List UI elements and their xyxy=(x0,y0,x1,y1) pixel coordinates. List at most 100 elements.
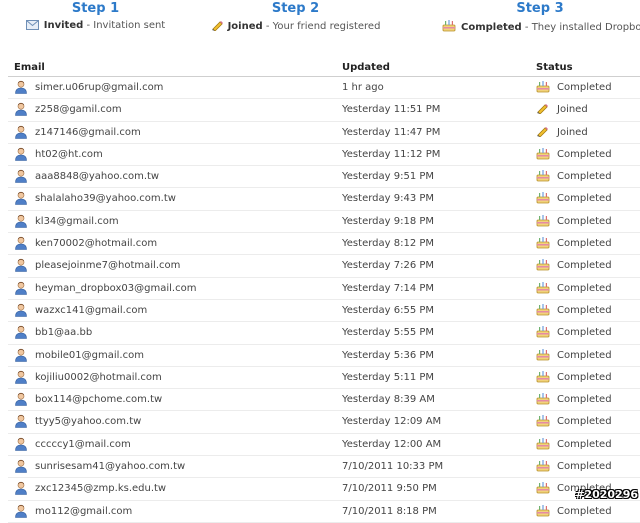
cake-icon xyxy=(536,80,550,96)
row-email: z147146@gmail.com xyxy=(35,126,141,138)
step-3: Step 3 Completed - They installed Dropbo… xyxy=(442,0,640,36)
row-updated: Yesterday 9:43 PM xyxy=(342,193,435,205)
column-header-email[interactable]: Email xyxy=(14,62,45,73)
step-label: Completed xyxy=(461,22,522,33)
row-status: Completed xyxy=(557,260,612,272)
step-label: Invited xyxy=(43,20,84,31)
table-row: z258@gamil.com Yesterday 11:51 PM Joined xyxy=(8,99,640,122)
cake-icon xyxy=(536,258,550,274)
row-email: box114@pchome.com.tw xyxy=(35,394,163,406)
row-email: mo112@gmail.com xyxy=(35,505,133,517)
user-icon xyxy=(14,370,28,387)
cake-icon xyxy=(536,481,550,497)
cake-icon xyxy=(536,169,550,185)
table-row: pleasejoinme7@hotmail.com Yesterday 7:26 … xyxy=(8,255,640,278)
table-row: ht02@ht.com Yesterday 11:12 PM Completed xyxy=(8,144,640,167)
row-status: Completed xyxy=(557,82,612,93)
row-updated: Yesterday 6:55 PM xyxy=(342,304,435,316)
row-email: heyman_dropbox03@gmail.com xyxy=(35,282,197,294)
user-icon xyxy=(14,303,28,320)
row-status: Completed xyxy=(557,238,612,250)
table-row: box114@pchome.com.tw Yesterday 8:39 AM Com… xyxy=(8,389,640,412)
table-row: sunrisesam41@yahoo.com.tw 7/10/2011 10:33… xyxy=(8,456,640,479)
row-email: bb1@aa.bb xyxy=(35,327,93,339)
user-icon xyxy=(14,504,28,521)
table-body: simer.u06rup@gmail.com 1 hr ago Completed z… xyxy=(8,77,640,523)
user-icon xyxy=(14,169,28,186)
row-status: Completed xyxy=(557,461,612,473)
cake-icon xyxy=(536,214,550,230)
column-header-status[interactable]: Status xyxy=(536,62,573,73)
row-email: shalalaho39@yahoo.com.tw xyxy=(35,193,176,205)
table-row: cccccy1@mail.com Yesterday 12:00 AM Comple… xyxy=(8,434,640,457)
step-description: - They installed Dropbox xyxy=(524,22,640,33)
table-row: ken70002@hotmail.com Yesterday 8:12 PM Com… xyxy=(8,233,640,256)
row-email: kl34@gmail.com xyxy=(35,215,119,227)
row-updated: 7/10/2011 8:18 PM xyxy=(342,505,437,517)
row-email: ht02@ht.com xyxy=(35,148,103,160)
step-title: Step 1 xyxy=(71,1,120,16)
row-status: Completed xyxy=(557,171,612,183)
row-updated: Yesterday 5:55 PM xyxy=(342,327,435,339)
row-email: wazxc141@gmail.com xyxy=(35,304,148,316)
table-row: shalalaho39@yahoo.com.tw Yesterday 9:43 P… xyxy=(8,188,640,211)
row-updated: 1 hr ago xyxy=(342,82,384,93)
user-icon xyxy=(14,459,28,476)
row-status: Joined xyxy=(557,104,588,116)
row-updated: Yesterday 9:51 PM xyxy=(342,171,435,183)
envelope-icon xyxy=(25,20,39,34)
step-2: Step 2 Joined - Your friend registered xyxy=(208,0,383,35)
row-email: kojiliu0002@hotmail.com xyxy=(35,371,162,383)
cake-icon xyxy=(536,236,550,252)
pencil-icon xyxy=(536,125,548,140)
row-updated: Yesterday 11:51 PM xyxy=(342,104,441,116)
row-updated: Yesterday 12:09 AM xyxy=(342,416,442,428)
user-icon xyxy=(14,125,28,142)
row-status: Completed xyxy=(557,304,612,316)
row-email: pleasejoinme7@hotmail.com xyxy=(35,260,181,272)
cake-icon xyxy=(536,325,550,341)
cake-icon xyxy=(442,19,456,36)
cake-icon xyxy=(536,303,550,319)
table-row: z147146@gmail.com Yesterday 11:47 PM Joine… xyxy=(8,122,640,144)
row-updated: 7/10/2011 10:33 PM xyxy=(342,461,444,473)
cake-icon xyxy=(536,414,550,430)
table-row: heyman_dropbox03@gmail.com Yesterday 7:14… xyxy=(8,278,640,300)
step-description: - Invitation sent xyxy=(86,20,166,31)
row-status: Completed xyxy=(557,394,612,406)
table-row: mo112@gmail.com 7/10/2011 8:18 PM Complete… xyxy=(8,501,640,523)
user-icon xyxy=(14,191,28,208)
table-row: mobile01@gmail.com Yesterday 5:36 PM Compl… xyxy=(8,345,640,367)
row-email: sunrisesam41@yahoo.com.tw xyxy=(35,461,186,473)
table-row: aaa8848@yahoo.com.tw Yesterday 9:51 PM Com… xyxy=(8,166,640,189)
row-updated: Yesterday 7:26 PM xyxy=(342,260,435,272)
table-row: wazxc141@gmail.com Yesterday 6:55 PM Compl… xyxy=(8,300,640,323)
row-updated: Yesterday 5:36 PM xyxy=(342,349,435,361)
cake-icon xyxy=(536,437,550,453)
row-email: ttyy5@yahoo.com.tw xyxy=(35,416,142,428)
row-status: Completed xyxy=(557,371,612,383)
row-updated: Yesterday 8:39 AM xyxy=(342,394,435,406)
table-row: kojiliu0002@hotmail.com Yesterday 5:11 PM… xyxy=(8,367,640,390)
user-icon xyxy=(14,392,28,409)
user-icon xyxy=(14,414,28,431)
user-icon xyxy=(14,481,28,498)
table-row: simer.u06rup@gmail.com 1 hr ago Completed xyxy=(8,77,640,100)
step-1: Step 1 Invited - Invitation sent xyxy=(8,0,183,34)
row-status: Completed xyxy=(557,349,612,361)
user-icon xyxy=(14,437,28,454)
user-icon xyxy=(14,281,28,298)
row-updated: Yesterday 7:14 PM xyxy=(342,282,435,294)
cake-icon xyxy=(536,281,550,297)
column-header-updated[interactable]: Updated xyxy=(342,62,390,73)
row-email: simer.u06rup@gmail.com xyxy=(35,82,164,93)
cake-icon xyxy=(536,459,550,475)
row-status: Completed xyxy=(557,215,612,227)
watermark: #2020296 xyxy=(575,488,638,501)
table-row: kl34@gmail.com Yesterday 9:18 PM Completed xyxy=(8,211,640,234)
pencil-icon xyxy=(211,19,223,35)
row-updated: Yesterday 9:18 PM xyxy=(342,215,435,227)
row-status: Completed xyxy=(557,193,612,205)
row-updated: Yesterday 8:12 PM xyxy=(342,238,435,250)
cake-icon xyxy=(536,370,550,386)
